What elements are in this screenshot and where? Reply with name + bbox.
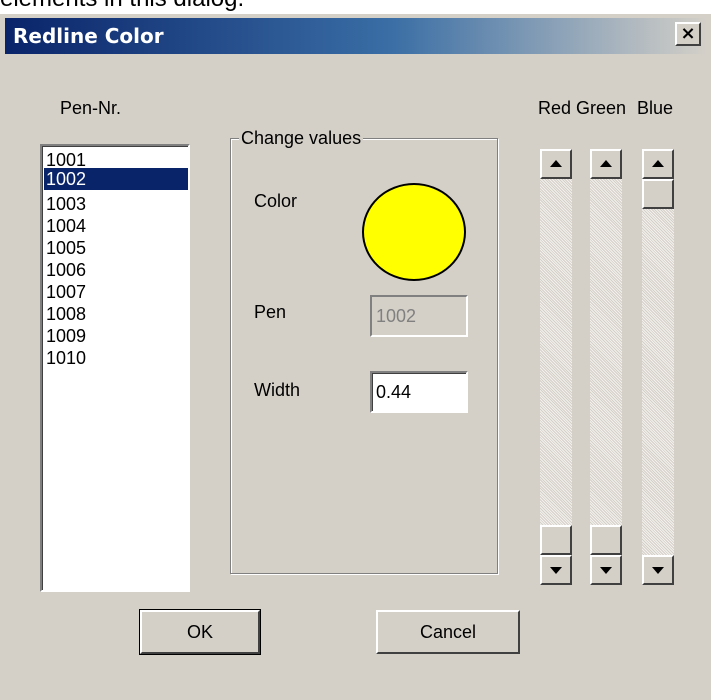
green-scroll-down-button[interactable] (590, 555, 622, 585)
arrow-up-icon (550, 160, 562, 167)
caption-text: elements in this dialog. (0, 0, 244, 12)
arrow-down-icon (600, 567, 612, 574)
cancel-button[interactable]: Cancel (376, 610, 520, 654)
red-scroll-down-button[interactable] (540, 555, 572, 585)
pen-label: Pen (254, 302, 287, 322)
list-item[interactable]: 1003 (44, 193, 188, 215)
close-button[interactable]: × (675, 22, 701, 46)
arrow-up-icon (652, 160, 664, 167)
pen-listbox[interactable]: 1001 1002 1003 1004 1005 1006 1007 1008 … (40, 144, 190, 592)
green-scroll-thumb[interactable] (590, 525, 622, 555)
list-item[interactable]: 1006 (44, 259, 188, 281)
pen-field: 1002 (370, 295, 468, 337)
red-scroll-up-button[interactable] (540, 149, 572, 179)
blue-label: Blue (637, 98, 674, 118)
list-item[interactable]: 1005 (44, 237, 188, 259)
list-item[interactable]: 1004 (44, 215, 188, 237)
red-scrollbar[interactable] (540, 149, 572, 585)
redline-color-dialog: Redline Color × Pen-Nr. 1001 1002 1003 1… (0, 14, 711, 700)
arrow-down-icon (550, 567, 562, 574)
color-label: Color (254, 191, 298, 211)
color-swatch[interactable] (362, 183, 466, 281)
title-bar[interactable]: Redline Color × (5, 18, 707, 54)
width-label: Width (254, 380, 301, 400)
change-values-legend: Change values (239, 127, 364, 149)
arrow-up-icon (600, 160, 612, 167)
list-item[interactable]: 1007 (44, 281, 188, 303)
red-label: Red (538, 98, 572, 118)
green-scrollbar[interactable] (590, 149, 622, 585)
red-scroll-thumb[interactable] (540, 525, 572, 555)
blue-scroll-up-button[interactable] (642, 149, 674, 179)
blue-scroll-down-button[interactable] (642, 555, 674, 585)
list-item[interactable]: 1010 (44, 347, 188, 369)
dialog-title: Redline Color (13, 24, 164, 48)
close-icon: × (680, 23, 696, 44)
list-item-selected[interactable]: 1002 (44, 168, 188, 190)
green-label: Green (576, 98, 627, 118)
width-field[interactable]: 0.44 (370, 371, 468, 413)
list-item[interactable]: 1009 (44, 325, 188, 347)
ok-button[interactable]: OK (139, 609, 261, 655)
arrow-down-icon (652, 567, 664, 574)
blue-scroll-thumb[interactable] (642, 179, 674, 209)
list-item[interactable]: 1008 (44, 303, 188, 325)
green-scroll-up-button[interactable] (590, 149, 622, 179)
pen-nr-label: Pen-Nr. (60, 98, 122, 118)
blue-scrollbar[interactable] (642, 149, 674, 585)
